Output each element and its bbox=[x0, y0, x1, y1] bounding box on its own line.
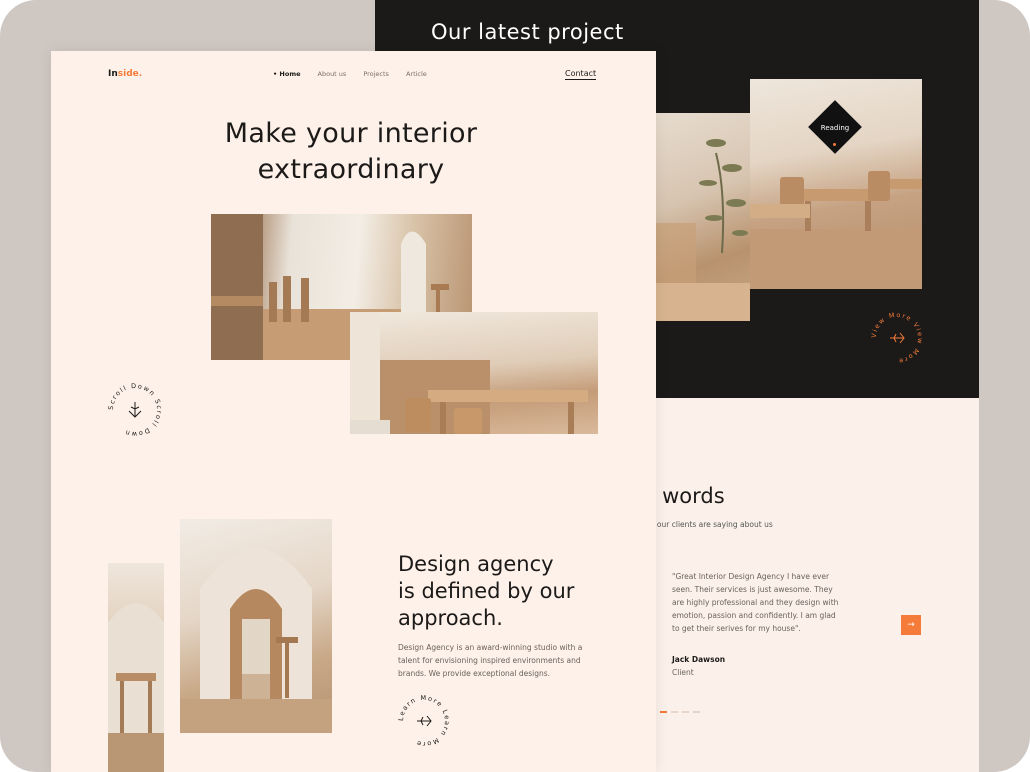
hero-line: Make your interior bbox=[224, 118, 478, 149]
carousel-dots bbox=[660, 711, 700, 713]
hero-photo-dining bbox=[350, 312, 598, 434]
view-more-badge[interactable]: View More View More bbox=[869, 310, 925, 366]
scroll-down-badge[interactable]: Scroll Down Scroll Down bbox=[105, 380, 165, 440]
agency-heading: Design agency is defined by our approach… bbox=[398, 551, 574, 632]
next-testimonial-button[interactable]: → bbox=[901, 615, 921, 635]
logo-accent: side. bbox=[117, 69, 143, 79]
carousel-dot[interactable] bbox=[682, 711, 689, 713]
arrow-right-icon: → bbox=[907, 620, 915, 630]
plane-arrow-icon bbox=[417, 715, 432, 727]
arrow-down-icon bbox=[128, 402, 142, 418]
site-logo[interactable]: Inside. bbox=[108, 69, 142, 79]
contact-link[interactable]: Contact bbox=[565, 69, 597, 80]
hero-line: extraordinary bbox=[257, 154, 445, 185]
hero-heading: Make your interior extraordinary bbox=[151, 116, 551, 188]
nav-item-home[interactable]: • Home bbox=[273, 70, 301, 78]
mockup-frame: Our latest project Reading View More Vie… bbox=[0, 0, 1030, 772]
latest-project-title: Our latest project bbox=[431, 20, 624, 44]
nav-item-projects[interactable]: Projects bbox=[363, 70, 389, 78]
about-photo-archway bbox=[108, 563, 164, 772]
testimonial-role: Client bbox=[672, 668, 694, 677]
agency-line: Design agency bbox=[398, 552, 554, 576]
carousel-dot[interactable] bbox=[660, 711, 667, 713]
carousel-dot[interactable] bbox=[671, 711, 678, 713]
about-photo-corridor bbox=[180, 519, 332, 733]
agency-description: Design Agency is an award-winning studio… bbox=[398, 643, 583, 678]
nav-item-about[interactable]: About us bbox=[318, 70, 347, 78]
logo-main: In bbox=[108, 69, 118, 79]
plane-arrow-icon bbox=[890, 332, 905, 344]
agency-line: approach. bbox=[398, 606, 503, 630]
testimonials-subtitle: at our clients are saying about us bbox=[647, 520, 773, 529]
nav-item-article[interactable]: Article bbox=[406, 70, 427, 78]
reading-dot-icon bbox=[833, 143, 836, 146]
testimonial-author: Jack Dawson bbox=[672, 655, 726, 664]
learn-more-badge[interactable]: Learn More Learn More bbox=[396, 693, 452, 749]
front-page: Inside. • Home About us Projects Article… bbox=[51, 51, 656, 772]
main-nav: • Home About us Projects Article bbox=[273, 70, 427, 78]
agency-line: is defined by our bbox=[398, 579, 575, 603]
carousel-dot[interactable] bbox=[693, 711, 700, 713]
reading-label: Reading bbox=[820, 124, 850, 132]
testimonial-quote: "Great Interior Design Agency I have eve… bbox=[672, 572, 839, 633]
project-photo-olive-tree[interactable] bbox=[656, 113, 750, 321]
